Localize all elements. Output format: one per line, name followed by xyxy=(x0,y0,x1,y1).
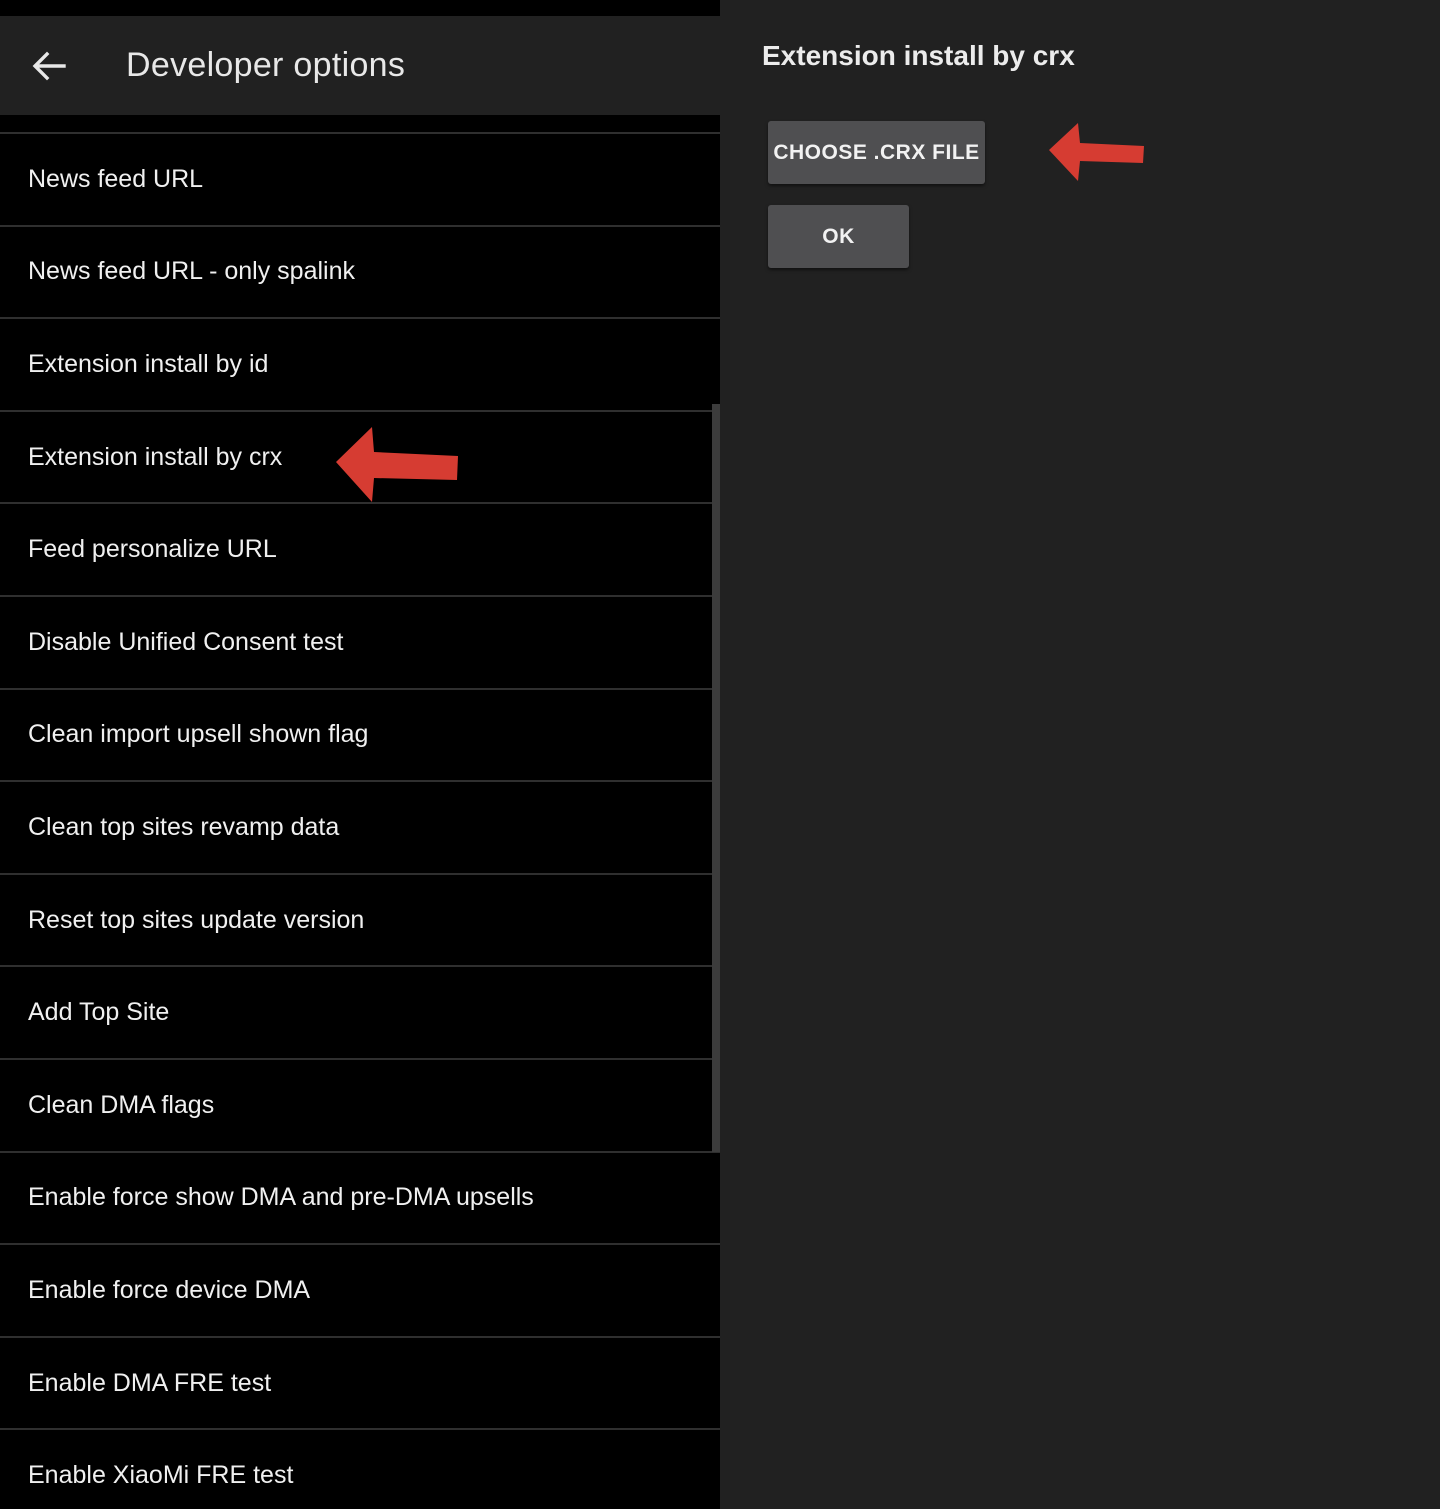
option-add-top-site[interactable]: Add Top Site xyxy=(0,965,720,1058)
option-extension-install-by-id[interactable]: Extension install by id xyxy=(0,317,720,410)
red-arrow-icon xyxy=(336,427,458,502)
arrow-left-icon xyxy=(32,51,66,81)
back-button[interactable] xyxy=(22,40,76,92)
option-clean-top-sites-revamp-data[interactable]: Clean top sites revamp data xyxy=(0,780,720,873)
page-title: Developer options xyxy=(126,46,406,84)
option-enable-dma-fre-test[interactable]: Enable DMA FRE test xyxy=(0,1335,720,1429)
option-feed-personalize-url[interactable]: Feed personalize URL xyxy=(0,502,720,595)
app-bar: Developer options xyxy=(0,16,720,115)
choose-crx-file-button[interactable]: CHOOSE .CRX FILE xyxy=(768,121,985,184)
option-news-feed-url[interactable]: News feed URL xyxy=(0,132,720,225)
crx-install-dialog: Extension install by crx CHOOSE .CRX FIL… xyxy=(720,0,1440,1509)
option-disable-unified-consent-test[interactable]: Disable Unified Consent test xyxy=(0,594,720,688)
developer-options-pane: Developer options News feed URL News fee… xyxy=(0,0,720,1509)
options-list: News feed URL News feed URL - only spali… xyxy=(0,132,720,1509)
option-reset-top-sites-update-version[interactable]: Reset top sites update version xyxy=(0,872,720,966)
option-enable-force-device-dma[interactable]: Enable force device DMA xyxy=(0,1243,720,1336)
option-clean-import-upsell-shown-flag[interactable]: Clean import upsell shown flag xyxy=(0,687,720,781)
option-enable-force-show-dma-upsells[interactable]: Enable force show DMA and pre-DMA upsell… xyxy=(0,1150,720,1244)
scrollbar[interactable] xyxy=(712,404,720,1152)
ok-button[interactable]: OK xyxy=(768,205,909,268)
dialog-title: Extension install by crx xyxy=(762,40,1075,71)
option-news-feed-url-only-spalink[interactable]: News feed URL - only spalink xyxy=(0,224,720,318)
red-arrow-icon xyxy=(1049,123,1144,181)
option-enable-xiaomi-fre-test[interactable]: Enable XiaoMi FRE test xyxy=(0,1428,720,1509)
option-clean-dma-flags[interactable]: Clean DMA flags xyxy=(0,1057,720,1151)
